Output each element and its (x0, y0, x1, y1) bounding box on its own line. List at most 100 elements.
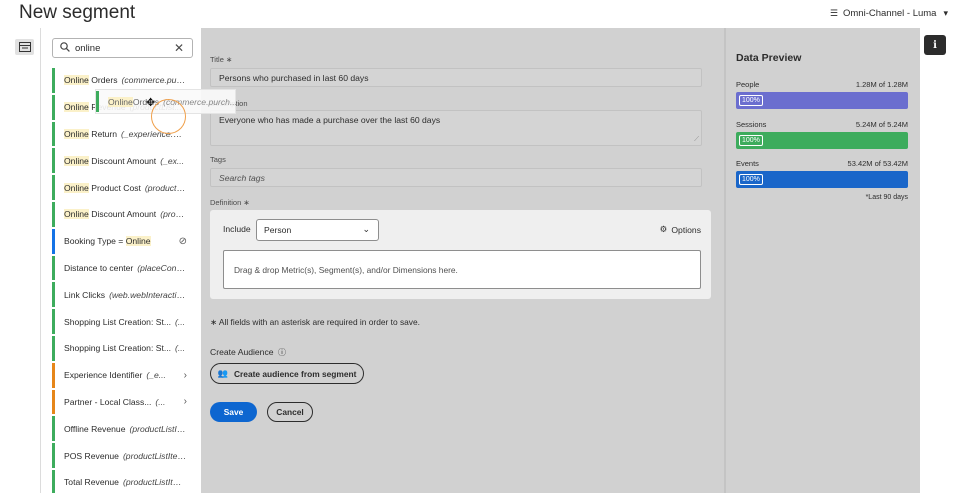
title-field[interactable]: Persons who purchased in last 60 days (210, 68, 702, 87)
metric-percent: 100% (739, 135, 763, 146)
component-pre: Shopping List Creation: St... (64, 316, 172, 327)
component-item[interactable]: Experience Identifier (_e... › (52, 362, 193, 389)
component-hl: Online (64, 209, 89, 220)
right-rail: i (920, 28, 960, 493)
chevron-down-icon: ⌄ (362, 224, 370, 234)
component-item[interactable]: Online Discount Amount (_ex... (52, 147, 193, 174)
component-type-bar (52, 389, 55, 415)
drag-indicator-ring (151, 99, 186, 134)
component-pre: Experience Identifier (64, 370, 143, 381)
component-hl: Online (125, 236, 151, 247)
data-preview-title: Data Preview (736, 52, 802, 64)
component-search[interactable]: ✕ (52, 38, 193, 58)
metric-name: Sessions (736, 120, 767, 129)
component-item[interactable]: Shopping List Creation: St... (... (52, 308, 193, 335)
component-item[interactable]: POS Revenue (productListItem... (52, 442, 193, 469)
metric-value: 5.24M of 5.24M (855, 120, 908, 129)
left-rail (0, 28, 40, 493)
info-panel-button[interactable]: i (924, 35, 946, 55)
component-type-bar (52, 443, 55, 468)
component-hl: Online (64, 102, 89, 113)
component-id: (... (175, 343, 186, 354)
component-id: (placeConte... (137, 262, 186, 273)
description-field[interactable]: Everyone who has made a purchase over th… (210, 110, 702, 146)
component-type-bar (52, 309, 55, 334)
component-type-bar (52, 255, 55, 281)
component-pre: Booking Type = (64, 236, 126, 247)
component-pre: Partner - Local Class... (64, 396, 152, 407)
component-pre: POS Revenue (64, 450, 119, 461)
report-suite-label: Omni-Channel - Luma (843, 8, 937, 19)
component-id: (... (175, 316, 186, 327)
save-button[interactable]: Save (210, 402, 257, 422)
component-pre: Shopping List Creation: St... (64, 343, 172, 354)
include-dropdown[interactable]: Person ⌄ (256, 219, 379, 241)
component-type-bar (52, 121, 55, 147)
header: New segment ☰ Omni-Channel - Luma ▾ (0, 0, 960, 28)
component-type-bar (52, 148, 55, 174)
component-pre: Link Clicks (64, 289, 106, 300)
tags-label: Tags (210, 155, 226, 164)
metric-percent: 100% (739, 174, 763, 185)
component-hl: Online (64, 182, 89, 193)
component-type-bar (52, 201, 55, 227)
clear-search-icon[interactable]: ✕ (174, 41, 184, 55)
chevron-right-icon[interactable]: › (184, 370, 187, 381)
component-type-bar (52, 175, 55, 200)
component-item[interactable]: Link Clicks (web.webInteraction... (52, 281, 193, 308)
metric-bar: 100% (736, 92, 908, 109)
component-item[interactable]: Partner - Local Class... (... › (52, 389, 193, 416)
component-id: (web.webInteraction... (109, 289, 186, 300)
tags-field[interactable]: Search tags (210, 168, 702, 187)
component-item[interactable]: Booking Type = Online ⊘ (52, 228, 193, 255)
search-input[interactable] (75, 42, 165, 54)
gear-icon: ⚙ (659, 224, 668, 234)
info-icon: i (933, 39, 937, 51)
metric-percent: 100% (739, 95, 763, 106)
component-post: Return (88, 128, 118, 139)
metric-bar: 100% (736, 171, 908, 188)
report-suite-selector[interactable]: ☰ Omni-Channel - Luma ▾ (830, 8, 948, 19)
metric-name: Events (736, 159, 759, 168)
required-note: ∗ All fields with an asterisk are requir… (210, 317, 420, 327)
component-id: (_ex... (160, 155, 185, 166)
metric-value: 1.28M of 1.28M (855, 80, 908, 89)
component-item[interactable]: Offline Revenue (productListIte... (52, 415, 193, 442)
component-id: (prod... (160, 209, 186, 220)
component-id: (productListItem... (122, 477, 186, 488)
create-audience-button[interactable]: 👥 Create audience from segment (210, 363, 364, 384)
component-pre: Total Revenue (64, 477, 119, 488)
component-type-bar (52, 94, 55, 120)
page-title: New segment (19, 2, 136, 23)
component-hl: Online (64, 155, 89, 166)
component-id: (productLi... (144, 182, 186, 193)
create-audience-label: Create Audience ⓘ (210, 347, 286, 357)
component-type-bar (52, 362, 55, 388)
report-suite-icon: ☰ (829, 8, 838, 18)
component-item[interactable]: Shopping List Creation: St... (... (52, 335, 193, 362)
component-item[interactable]: Online Discount Amount (prod... (52, 201, 193, 228)
definition-dropzone[interactable]: Drag & drop Metric(s), Segment(s), and/o… (223, 250, 701, 289)
title-label: Title ∗ (210, 55, 233, 64)
component-type-bar (52, 416, 55, 442)
data-preview-panel: Data Preview People 1.28M of 1.28M 100% Ses… (724, 28, 920, 493)
component-item[interactable]: Distance to center (placeConte... (52, 255, 193, 282)
component-id: (... (155, 396, 166, 407)
options-button[interactable]: ⚙ Options (660, 224, 701, 235)
segment-builder: New segment ☰ Omni-Channel - Luma ▾ ✕ On… (0, 0, 960, 493)
metric-value: 53.42M of 53.42M (847, 159, 908, 168)
component-type-bar (52, 228, 55, 254)
cancel-button[interactable]: Cancel (267, 402, 313, 422)
chevron-right-icon[interactable]: › (184, 396, 187, 407)
segment-icon[interactable]: ⊘ (179, 236, 187, 247)
info-icon[interactable]: ⓘ (278, 348, 286, 357)
components-panel-button[interactable] (15, 39, 34, 55)
include-label: Include (223, 224, 251, 234)
component-item[interactable]: Total Revenue (productListItem... (52, 469, 193, 493)
component-type-bar (52, 68, 55, 93)
component-item[interactable]: Online Product Cost (productLi... (52, 174, 193, 201)
search-icon (60, 41, 70, 55)
component-pre: Distance to center (64, 262, 134, 273)
resize-grip-icon[interactable]: ⟋ (694, 136, 699, 144)
component-type-bar (52, 282, 55, 308)
